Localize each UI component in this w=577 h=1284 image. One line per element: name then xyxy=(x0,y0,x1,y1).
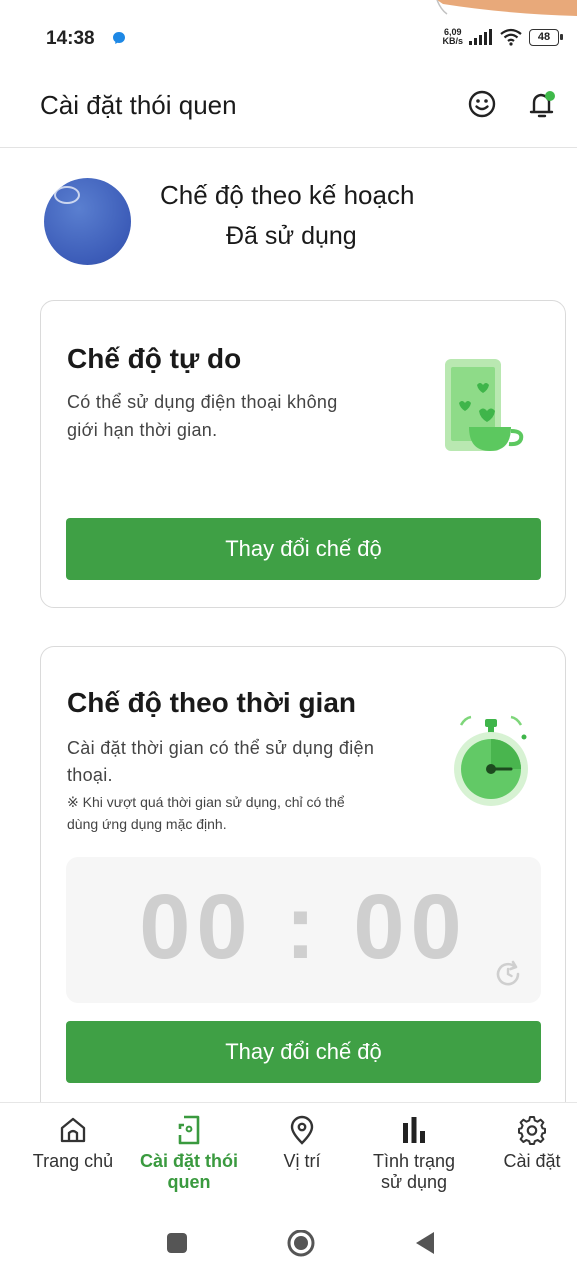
timed-mode-change-button[interactable]: Thay đổi chế độ xyxy=(66,1021,541,1083)
current-mode-section: Chế độ theo kế hoạch Đã sử dụng xyxy=(0,160,577,280)
wifi-icon xyxy=(500,28,522,46)
free-mode-change-button[interactable]: Thay đổi chế độ xyxy=(66,518,541,580)
timer-display: 00 : 00 xyxy=(66,857,541,1003)
gear-icon xyxy=(518,1116,546,1145)
nav-item-home[interactable]: Trang chủ xyxy=(20,1115,126,1172)
child-avatar xyxy=(44,178,131,265)
reset-timer-icon[interactable] xyxy=(493,959,523,989)
timed-mode-description-line1: Cài đặt thời gian có thể sử dụng điện xyxy=(67,738,375,758)
timer-value: 00 : 00 xyxy=(139,876,468,978)
signal-icon xyxy=(469,29,492,45)
home-button-icon[interactable] xyxy=(285,1230,317,1262)
free-mode-description-line1: Có thể sử dụng điện thoại không xyxy=(67,392,338,412)
current-mode-title: Chế độ theo kế hoạch xyxy=(160,180,415,210)
timed-mode-title: Chế độ theo thời gian xyxy=(67,687,356,718)
nav-item-habit-settings[interactable]: Cài đặt thói quen xyxy=(128,1115,250,1193)
back-button-icon[interactable] xyxy=(412,1230,438,1256)
bell-icon[interactable] xyxy=(526,88,558,120)
nav-item-usage-status[interactable]: Tình trạng sử dụng xyxy=(360,1115,468,1193)
phone-settings-icon xyxy=(178,1115,200,1145)
smile-icon[interactable] xyxy=(466,88,498,120)
free-mode-description-line2: giới hạn thời gian. xyxy=(67,420,218,440)
timed-mode-description-line2: thoại. xyxy=(67,765,113,785)
battery-indicator: 48 xyxy=(529,28,563,46)
system-navigation-bar xyxy=(0,1212,577,1284)
phone-hearts-icon xyxy=(445,359,524,451)
timed-mode-note-line1: ※ Khi vượt quá thời gian sử dụng, chỉ có… xyxy=(67,794,345,810)
status-indicators: 6,09 KB/s 48 xyxy=(442,26,563,48)
timed-mode-card: Chế độ theo thời gian Cài đặt thời gian … xyxy=(40,646,566,1116)
status-time: 14:38 xyxy=(46,28,95,49)
home-icon xyxy=(60,1117,86,1143)
messenger-notification-icon xyxy=(113,32,125,44)
nav-item-location[interactable]: Vị trí xyxy=(262,1115,342,1172)
corner-decoration xyxy=(436,0,577,16)
current-mode-status: Đã sử dụng xyxy=(226,222,357,250)
nav-item-settings[interactable]: Cài đặt xyxy=(490,1115,574,1172)
timed-mode-note-line2: dùng ứng dụng mặc định. xyxy=(67,816,227,832)
app-header: Cài đặt thói quen xyxy=(0,78,577,148)
status-bar: 14:38 6,09 KB/s 48 xyxy=(0,0,577,78)
bottom-navigation: Trang chủ Cài đặt thói quen Vị trí Tình … xyxy=(0,1102,577,1206)
bar-chart-icon xyxy=(403,1117,425,1143)
free-mode-card: Chế độ tự do Có thể sử dụng điện thoại k… xyxy=(40,300,566,608)
network-speed: 6,09 KB/s xyxy=(442,27,463,46)
location-pin-icon xyxy=(290,1115,314,1145)
page-title: Cài đặt thói quen xyxy=(40,90,237,120)
stopwatch-icon xyxy=(454,715,528,806)
recent-apps-icon[interactable] xyxy=(164,1230,190,1256)
free-mode-title: Chế độ tự do xyxy=(67,343,242,374)
